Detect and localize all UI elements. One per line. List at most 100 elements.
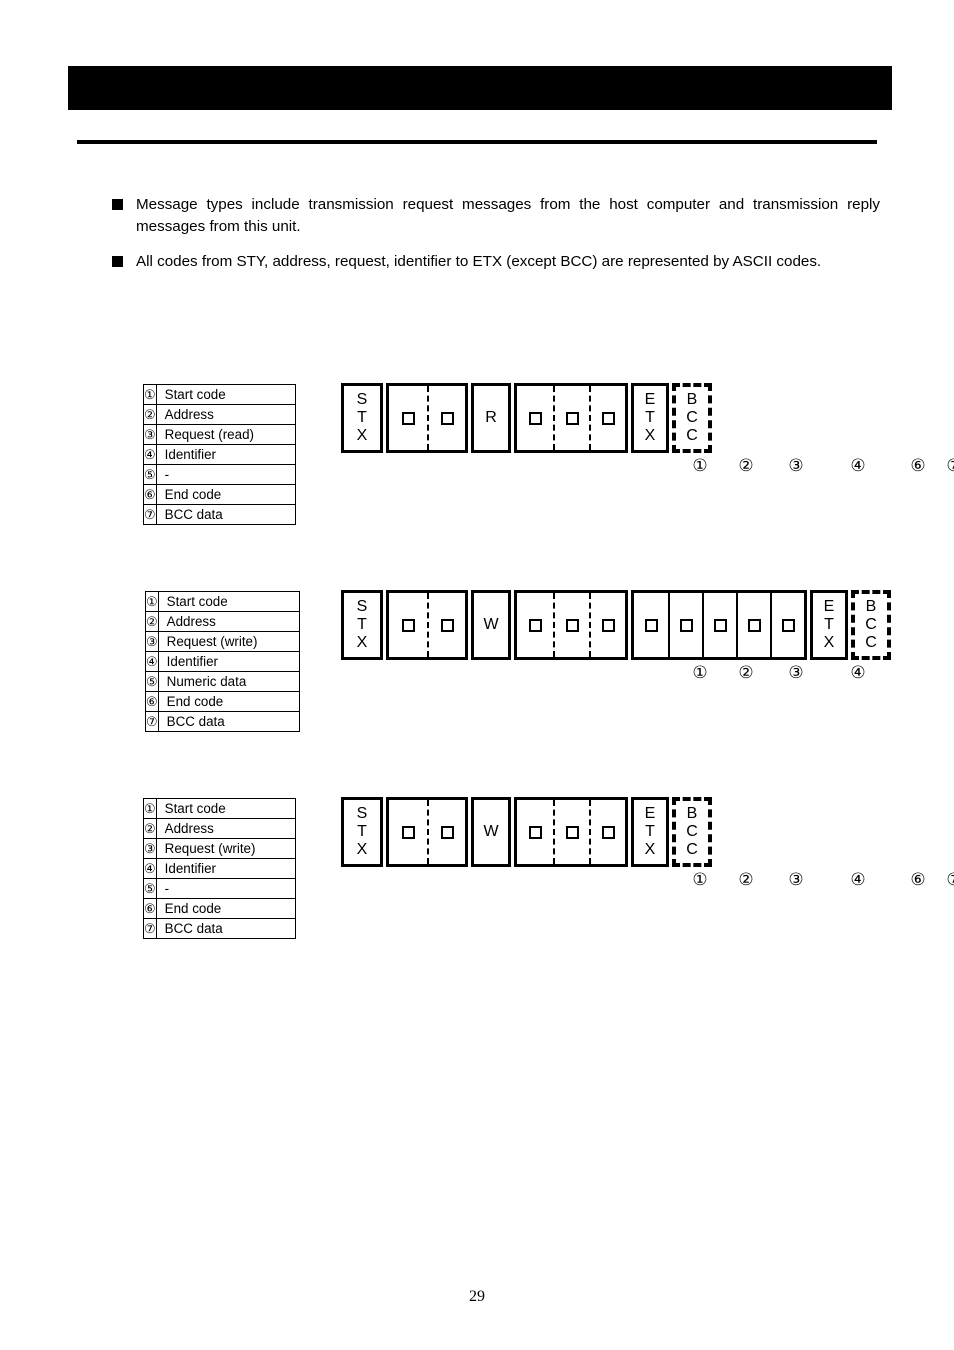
frame-marker: ② [738, 870, 754, 889]
table-row: ③ Request (write) [145, 631, 300, 652]
placeholder-square-icon [713, 618, 727, 632]
frame-group-start-code: STX [341, 590, 383, 660]
table-row: ⑦ BCC data [145, 711, 300, 732]
frame-cell-label: W [483, 823, 499, 841]
frame-marker: ① [692, 870, 708, 889]
frame-cell-placeholder [517, 800, 553, 864]
placeholder-square-icon [440, 411, 454, 425]
legend-marker: ⑤ [145, 671, 159, 692]
legend-marker: ⑥ [143, 898, 157, 919]
frame-cell-label: ETX [644, 391, 656, 444]
legend-marker: ④ [145, 651, 159, 672]
legend-table: ① Start code ② Address ③ Request (write) ④ Iden… [143, 798, 296, 939]
bullet-list: Message types include transmission reque… [112, 194, 880, 287]
frame-marker: ⑥ [910, 870, 926, 889]
table-row: ① Start code [143, 384, 296, 405]
frame-cell-placeholder [553, 593, 589, 657]
table-row: ④ Identifier [143, 858, 296, 879]
table-row: ⑥ End code [145, 691, 300, 712]
frame-cell-placeholder [517, 386, 553, 450]
frame-cell-code: ETX [813, 593, 845, 657]
legend-description: Start code [155, 384, 296, 405]
placeholder-square-icon [401, 618, 415, 632]
frame-group-start-code: STX [341, 383, 383, 453]
frame-marker: ④ [850, 870, 866, 889]
frame-marker: ⑦ [946, 457, 954, 474]
frame-cell-placeholder [389, 386, 427, 450]
table-row: ④ Identifier [143, 444, 296, 465]
legend-description: BCC data [155, 918, 296, 939]
placeholder-square-icon [644, 618, 658, 632]
frame-marker: ① [692, 663, 708, 682]
table-row: ⑤- [143, 464, 296, 485]
legend-marker: ⑥ [143, 484, 157, 505]
placeholder-square-icon [528, 411, 542, 425]
legend-description: Numeric data [157, 671, 300, 692]
frame-cell-label: W [483, 616, 499, 634]
bullet-square-icon [112, 256, 123, 268]
frame-cell-code: R [474, 386, 508, 450]
placeholder-square-icon [440, 618, 454, 632]
table-row: ④ Identifier [145, 651, 300, 672]
placeholder-square-icon [565, 618, 579, 632]
legend-marker: ⑤ [143, 464, 157, 485]
legend-description: BCC data [155, 504, 296, 525]
frame-cell-placeholder [389, 593, 427, 657]
frame-cell-placeholder [770, 593, 804, 657]
table-row: ① Start code [145, 591, 300, 612]
bullet-text: All codes from STY, address, request, id… [136, 253, 822, 271]
legend-marker: ⑥ [145, 691, 159, 712]
legend-marker: ④ [143, 444, 157, 465]
table-row: ⑤- [143, 878, 296, 899]
frame-cell-label: BCC [865, 598, 877, 651]
frame-cell-label: STX [356, 391, 368, 444]
frame-group-address [386, 797, 468, 867]
legend-marker: ② [145, 611, 159, 632]
frame-row: STX R ETX BCC [341, 383, 712, 453]
legend-description: End code [157, 691, 300, 712]
frame-group-identifier [514, 383, 628, 453]
frame-cell-label: R [485, 409, 497, 427]
frame-group-address [386, 383, 468, 453]
legend-description: Address [155, 818, 296, 839]
legend-marker: ⑦ [143, 504, 157, 525]
frame-cell-code: ETX [634, 386, 666, 450]
frame-group-request: W [471, 797, 511, 867]
frame-group-start-code: STX [341, 797, 383, 867]
frame-group-bcc: BCC [672, 797, 712, 867]
frame-cell-placeholder [427, 593, 465, 657]
message-frame-diagram: STX R ETX BCC ① ② ③ ④ ⑥ ⑦ [341, 383, 954, 474]
legend-description: Address [157, 611, 300, 632]
legend-description: Identifier [155, 444, 296, 465]
placeholder-square-icon [440, 825, 454, 839]
table-row: ⑥ End code [143, 484, 296, 505]
table-row: ⑦ BCC data [143, 918, 296, 939]
frame-cell-placeholder [634, 593, 668, 657]
legend-marker: ② [143, 818, 157, 839]
bullet-text: Message types include transmission reque… [136, 196, 880, 235]
table-row: ① Start code [143, 798, 296, 819]
frame-cell-placeholder [553, 800, 589, 864]
header-black-bar [68, 66, 892, 110]
legend-marker: ⑦ [143, 918, 157, 939]
legend-marker: ① [145, 591, 159, 612]
legend-description: - [155, 878, 296, 899]
placeholder-square-icon [601, 618, 615, 632]
frame-cell-code: BCC [676, 801, 708, 863]
legend-description: End code [155, 898, 296, 919]
list-item: All codes from STY, address, request, id… [112, 251, 880, 273]
frame-cell-label: BCC [686, 391, 698, 444]
frame-cell-placeholder [589, 800, 625, 864]
frame-group-request: R [471, 383, 511, 453]
placeholder-square-icon [528, 825, 542, 839]
legend-description: BCC data [157, 711, 300, 732]
placeholder-square-icon [565, 411, 579, 425]
frame-group-end-code: ETX [810, 590, 848, 660]
legend-description: End code [155, 484, 296, 505]
frame-cell-placeholder [589, 386, 625, 450]
frame-cell-label: STX [356, 805, 368, 858]
legend-marker: ② [143, 404, 157, 425]
legend-description: Start code [157, 591, 300, 612]
frame-cell-code: STX [344, 593, 380, 657]
table-row: ⑥ End code [143, 898, 296, 919]
